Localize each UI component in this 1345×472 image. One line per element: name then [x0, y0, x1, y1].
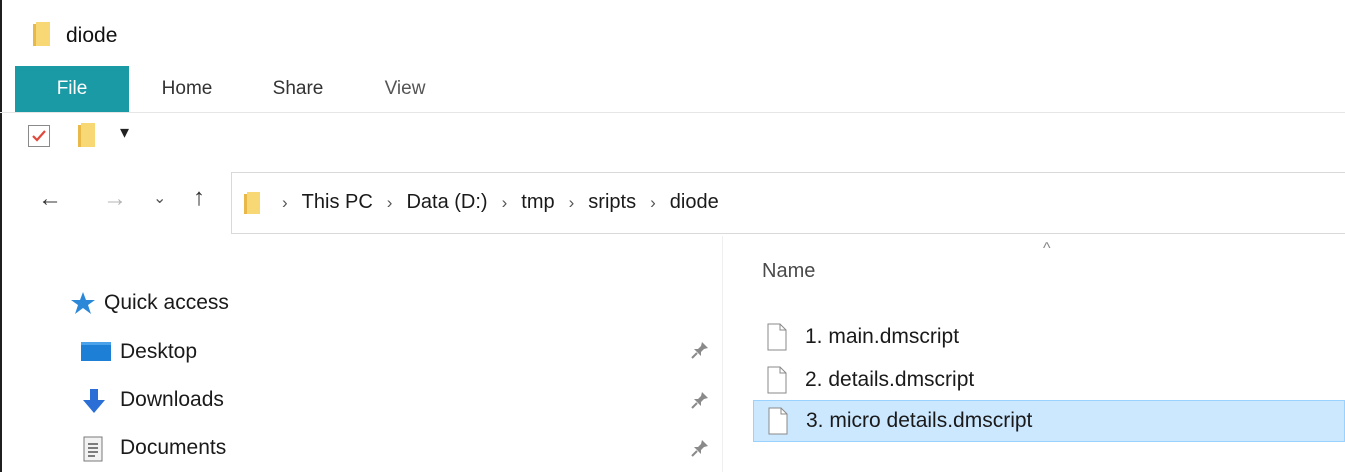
- recent-locations-chevron-icon[interactable]: ⌄: [153, 188, 166, 208]
- chevron-right-icon[interactable]: ›: [569, 193, 575, 213]
- nav-item-desktop[interactable]: Desktop: [80, 334, 197, 370]
- breadcrumb-data-d[interactable]: Data (D:): [406, 191, 487, 214]
- pane-divider: [722, 236, 723, 472]
- file-icon: [767, 366, 787, 394]
- up-arrow-icon[interactable]: ↑: [193, 184, 205, 212]
- nav-item-documents[interactable]: Documents: [80, 430, 226, 466]
- file-row[interactable]: 2. details.dmscript: [753, 359, 1345, 401]
- pin-icon[interactable]: [690, 390, 710, 415]
- nav-item-quick-access[interactable]: Quick access: [70, 285, 229, 321]
- address-bar[interactable]: › This PC › Data (D:) › tmp › sripts › d…: [231, 172, 1345, 234]
- nav-item-label: Downloads: [120, 388, 224, 411]
- quick-access-toolbar: ▾: [0, 112, 1345, 162]
- navigation-bar: ← → ⌄ ↑ › This PC › Data (D:) › tmp › sr…: [0, 170, 1345, 236]
- back-arrow-icon[interactable]: ←: [38, 185, 62, 213]
- ribbon-tabs: File Home Share View: [0, 66, 1345, 113]
- nav-item-label: Documents: [120, 436, 227, 459]
- chevron-right-icon[interactable]: ›: [282, 193, 288, 213]
- nav-item-label: Desktop: [120, 340, 198, 363]
- column-header-name[interactable]: Name: [762, 260, 815, 283]
- breadcrumb-this-pc[interactable]: This PC: [302, 191, 373, 214]
- download-arrow-icon: [80, 387, 120, 413]
- file-row-selected[interactable]: 3. micro details.dmscript: [753, 400, 1345, 442]
- chevron-right-icon[interactable]: ›: [387, 193, 393, 213]
- sort-ascending-icon: ^: [1043, 240, 1051, 257]
- desktop-icon: [80, 339, 120, 365]
- folder-icon: [33, 22, 50, 46]
- file-name: 2. details.dmscript: [805, 368, 975, 391]
- file-name: 3. micro details.dmscript: [806, 409, 1033, 432]
- navigation-pane: Quick access Desktop Downloads Documents: [0, 236, 725, 472]
- customize-dropdown-icon[interactable]: ▾: [120, 122, 129, 143]
- nav-item-downloads[interactable]: Downloads: [80, 382, 224, 418]
- breadcrumb-diode[interactable]: diode: [670, 191, 719, 214]
- new-folder-icon[interactable]: [78, 123, 95, 147]
- file-icon: [767, 323, 787, 351]
- breadcrumb: › This PC › Data (D:) › tmp › sripts › d…: [282, 191, 733, 214]
- breadcrumb-sripts[interactable]: sripts: [588, 191, 636, 214]
- file-icon: [768, 407, 788, 435]
- nav-item-label: Quick access: [104, 291, 229, 314]
- window-title: diode: [66, 24, 118, 47]
- chevron-right-icon[interactable]: ›: [650, 193, 656, 213]
- file-name: 1. main.dmscript: [805, 325, 960, 348]
- pin-icon[interactable]: [690, 340, 710, 365]
- pin-icon[interactable]: [690, 438, 710, 463]
- tab-home[interactable]: Home: [157, 66, 217, 112]
- properties-check-icon[interactable]: [28, 125, 50, 147]
- forward-arrow-icon[interactable]: →: [103, 185, 127, 213]
- title-bar: diode: [0, 0, 1345, 66]
- chevron-right-icon[interactable]: ›: [502, 193, 508, 213]
- file-row[interactable]: 1. main.dmscript: [753, 316, 1345, 358]
- tab-share[interactable]: Share: [270, 66, 326, 112]
- file-list: ^ Name 1. main.dmscript 2. details.dmscr…: [722, 236, 1345, 472]
- star-icon: [70, 290, 104, 316]
- tab-view[interactable]: View: [381, 66, 429, 112]
- folder-icon: [244, 192, 260, 214]
- documents-icon: [80, 435, 120, 462]
- breadcrumb-tmp[interactable]: tmp: [521, 191, 554, 214]
- tab-file[interactable]: File: [15, 66, 129, 112]
